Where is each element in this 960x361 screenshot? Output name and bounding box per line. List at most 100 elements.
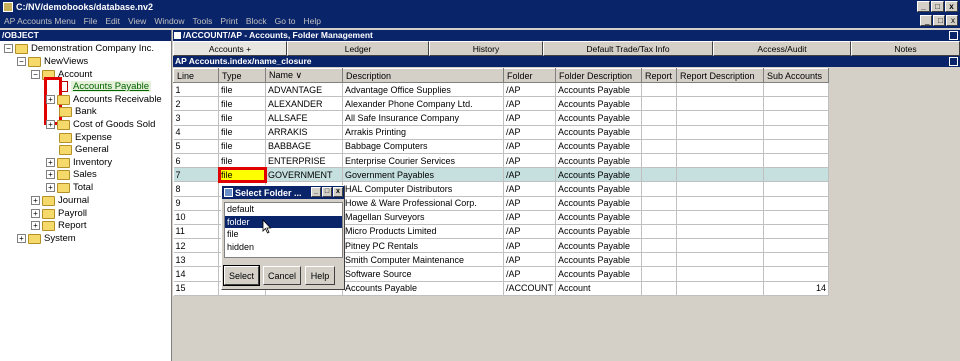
cell-sub-accounts[interactable] <box>763 96 829 112</box>
cell-description[interactable]: Smith Computer Maintenance <box>342 252 504 268</box>
cell-line[interactable]: 12 <box>173 238 219 254</box>
select-button[interactable]: Select <box>223 265 260 286</box>
cell-folder[interactable]: /AP <box>503 238 556 254</box>
cell-sub-accounts[interactable] <box>763 153 829 169</box>
cell-sub-accounts[interactable] <box>763 252 829 268</box>
menu-print[interactable]: Print <box>216 16 241 26</box>
cell-sub-accounts[interactable] <box>763 110 829 126</box>
cell-name[interactable]: ARRAKIS <box>265 125 343 140</box>
cell-folder-description[interactable]: Accounts Payable <box>555 266 642 282</box>
cell-report[interactable] <box>641 153 677 169</box>
cell-report-description[interactable] <box>676 96 764 112</box>
close-button[interactable]: x <box>945 1 958 12</box>
cell-sub-accounts[interactable] <box>763 266 829 282</box>
cell-folder[interactable]: /AP <box>503 82 556 98</box>
cell-folder[interactable]: /AP <box>503 167 556 183</box>
cell-report-description[interactable] <box>676 153 764 169</box>
expand-icon[interactable]: + <box>46 158 55 167</box>
cell-folder-description[interactable]: Accounts Payable <box>555 252 642 268</box>
cell-line[interactable]: 8 <box>173 181 219 197</box>
cell-report[interactable] <box>641 110 677 126</box>
cell-name[interactable]: ADVANTAGE <box>265 82 343 98</box>
cell-folder-description[interactable]: Accounts Payable <box>555 153 642 169</box>
tree-node-company[interactable]: − Demonstration Company Inc. <box>4 42 154 55</box>
col-folder[interactable]: Folder <box>503 68 556 83</box>
col-report[interactable]: Report <box>641 68 677 83</box>
cell-line[interactable]: 5 <box>173 139 219 154</box>
cell-type[interactable]: file <box>218 125 266 140</box>
cell-line[interactable]: 11 <box>173 224 219 240</box>
cell-description[interactable]: Advantage Office Supplies <box>342 82 504 98</box>
cell-report[interactable] <box>641 167 677 183</box>
cell-report[interactable] <box>641 125 677 140</box>
cell-sub-accounts[interactable]: 14 <box>763 281 829 296</box>
cell-name[interactable]: BABBAGE <box>265 139 343 154</box>
cell-sub-accounts[interactable] <box>763 139 829 154</box>
cell-description[interactable]: Pitney PC Rentals <box>342 238 504 254</box>
doc-restore-button[interactable]: □ <box>933 15 945 26</box>
cell-report[interactable] <box>641 96 677 112</box>
cell-folder-description[interactable]: Accounts Payable <box>555 125 642 140</box>
cell-report-description[interactable] <box>676 224 764 240</box>
tab-access-audit[interactable]: Access/Audit <box>713 41 851 56</box>
cell-description[interactable]: Micro Products Limited <box>342 224 504 240</box>
col-line[interactable]: Line <box>173 68 219 83</box>
col-description[interactable]: Description <box>342 68 504 83</box>
tree-node-sales[interactable]: + Sales <box>46 168 97 181</box>
cell-report[interactable] <box>641 210 677 225</box>
help-button[interactable]: Help <box>305 266 335 285</box>
cell-description[interactable]: Arrakis Printing <box>342 125 504 140</box>
grid-restore-icon[interactable] <box>949 57 958 66</box>
table-row[interactable]: 4 file ARRAKIS Arrakis Printing/AP Accounts … <box>173 125 829 140</box>
option-file[interactable]: file <box>225 228 342 241</box>
tab-ledger[interactable]: Ledger <box>287 41 429 56</box>
cell-folder[interactable]: /AP <box>503 252 556 268</box>
cell-line[interactable]: 9 <box>173 196 219 211</box>
cell-folder[interactable]: /AP <box>503 266 556 282</box>
cell-sub-accounts[interactable] <box>763 125 829 140</box>
cell-type[interactable]: file <box>218 139 266 154</box>
cell-description[interactable]: Magellan Surveyors <box>342 210 504 225</box>
col-folder-description[interactable]: Folder Description <box>555 68 642 83</box>
cell-type[interactable]: file <box>218 96 266 112</box>
cell-folder-description[interactable]: Account <box>555 281 642 296</box>
cancel-button[interactable]: Cancel <box>263 266 301 285</box>
tab-default-trade-tax[interactable]: Default Trade/Tax Info <box>543 41 713 56</box>
menu-block[interactable]: Block <box>242 16 271 26</box>
menu-file[interactable]: File <box>80 16 102 26</box>
cell-folder[interactable]: /ACCOUNT <box>503 281 556 296</box>
expand-icon[interactable]: + <box>46 170 55 179</box>
cell-sub-accounts[interactable] <box>763 210 829 225</box>
menu-ap-accounts[interactable]: AP Accounts Menu <box>0 16 80 26</box>
minimize-button[interactable]: _ <box>917 1 930 12</box>
cell-report[interactable] <box>641 281 677 296</box>
cell-folder-description[interactable]: Accounts Payable <box>555 96 642 112</box>
tree-node-newviews[interactable]: − NewViews <box>17 55 88 68</box>
cell-folder[interactable]: /AP <box>503 224 556 240</box>
table-row[interactable]: 6 file ENTERPRISE Enterprise Courier Servic… <box>173 153 829 169</box>
cell-sub-accounts[interactable] <box>763 196 829 211</box>
tree-node-report[interactable]: + Report <box>31 219 87 232</box>
col-type[interactable]: Type <box>218 68 266 83</box>
cell-name[interactable]: ENTERPRISE <box>265 153 343 169</box>
cell-report-description[interactable] <box>676 238 764 254</box>
tree-node-journal[interactable]: + Journal <box>31 194 89 207</box>
pane-menu-icon[interactable] <box>174 32 181 39</box>
dialog-minimize-button[interactable]: _ <box>311 187 321 197</box>
cell-report[interactable] <box>641 238 677 254</box>
cell-folder-description[interactable]: Accounts Payable <box>555 82 642 98</box>
cell-sub-accounts[interactable] <box>763 181 829 197</box>
cell-folder-description[interactable]: Accounts Payable <box>555 139 642 154</box>
cell-folder[interactable]: /AP <box>503 181 556 197</box>
cell-sub-accounts[interactable] <box>763 224 829 240</box>
cell-folder-description[interactable]: Accounts Payable <box>555 210 642 225</box>
expand-icon[interactable]: + <box>46 95 55 104</box>
dialog-close-button[interactable]: x <box>333 187 343 197</box>
doc-minimize-button[interactable]: _ <box>920 15 932 26</box>
cell-folder[interactable]: /AP <box>503 196 556 211</box>
cell-folder[interactable]: /AP <box>503 210 556 225</box>
cell-sub-accounts[interactable] <box>763 167 829 183</box>
menu-view[interactable]: View <box>124 16 150 26</box>
cell-line[interactable]: 13 <box>173 252 219 268</box>
table-row[interactable]: 7 file GOVERNMENT Government Payables/AP Acc… <box>173 166 829 183</box>
